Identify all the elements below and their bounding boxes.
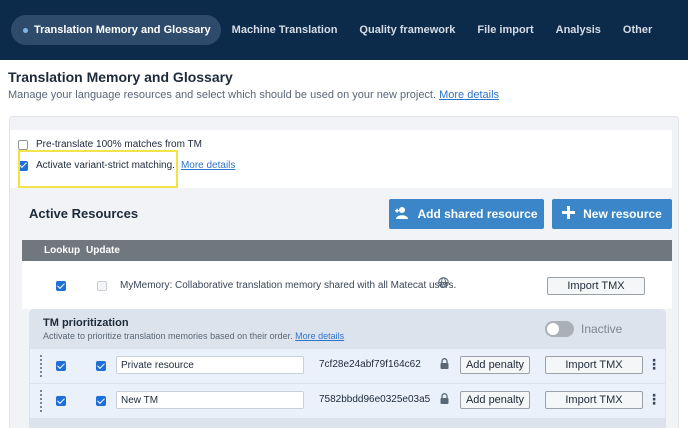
plus-icon [562,205,576,223]
import-tmx-label: Import TMX [565,394,623,406]
pretranslate-label: Pre-translate 100% matches from TM [36,139,202,150]
tab-label: File import [477,24,534,36]
add-penalty-label: Add penalty [465,394,525,406]
tm-row-new-tm: New TM 7582bbdd96e0325e03a5 Add penalty … [30,384,665,418]
tab-file-import[interactable]: File import [466,15,544,45]
tab-label: Translation Memory and Glossary [34,24,211,36]
add-penalty-label: Add penalty [465,359,525,371]
pretranslate-option[interactable]: Pre-translate 100% matches from TM [18,139,202,150]
import-tmx-label: Import TMX [565,359,623,371]
variant-more-details-link[interactable]: More details [181,160,235,171]
add-shared-label: Add shared resource [417,207,538,221]
prioritization-more-details-link[interactable]: More details [295,331,344,341]
highlight-box [18,150,178,188]
add-shared-resource-button[interactable]: Add shared resource [389,199,544,229]
lock-icon [440,358,449,372]
tm-prioritization-subtitle: Activate to prioritize translation memor… [43,331,344,341]
mymemory-import-tmx-button[interactable]: Import TMX [547,277,645,295]
tm-lookup-checkbox[interactable] [56,396,66,406]
tm-update-checkbox[interactable] [96,396,106,406]
tab-label: Quality framework [359,24,456,36]
drag-handle-icon[interactable] [40,355,42,377]
lock-icon [440,393,449,407]
tm-name-field[interactable]: Private resource [116,356,304,374]
prioritization-status: Inactive [581,322,623,336]
column-lookup: Lookup [44,245,81,256]
tab-quality-framework[interactable]: Quality framework [348,15,466,45]
add-penalty-button[interactable]: Add penalty [460,391,530,409]
tm-name-field[interactable]: New TM [116,391,304,409]
top-nav: Translation Memory and Glossary Machine … [0,0,688,60]
globe-icon [438,277,449,291]
tab-label: Analysis [555,24,601,36]
prioritization-toggle[interactable] [545,321,574,337]
column-update: Update [86,245,120,256]
tab-machine-translation[interactable]: Machine Translation [221,15,349,45]
resources-table-header: Lookup Update [22,240,672,261]
import-tmx-button[interactable]: Import TMX [545,356,643,374]
mymemory-update-checkbox[interactable] [97,281,107,291]
tm-lookup-checkbox[interactable] [56,361,66,371]
active-resources-title: Active Resources [29,206,139,221]
page-subtitle: Manage your language resources and selec… [8,89,499,101]
tab-label: Machine Translation [231,24,338,36]
active-dot-icon [23,27,28,33]
subtitle-text: Manage your language resources and selec… [8,89,437,101]
add-penalty-button[interactable]: Add penalty [460,356,530,374]
import-tmx-label: Import TMX [567,280,625,292]
tab-analysis[interactable]: Analysis [545,15,612,45]
mymemory-description: MyMemory: Collaborative translation memo… [120,280,457,291]
page-title: Translation Memory and Glossary [8,69,233,85]
mymemory-lookup-checkbox[interactable] [56,281,66,291]
drag-handle-icon[interactable] [40,390,42,412]
tab-other[interactable]: Other [612,15,663,45]
new-resource-button[interactable]: New resource [552,199,672,229]
more-vertical-icon[interactable]: ⋮ [647,392,661,406]
tm-key: 7582bbdd96e0325e03a5 [319,394,431,405]
tm-key: 7cf28e24abf79f164c62 [319,359,421,370]
tm-prioritization-title: TM prioritization [43,317,129,329]
mymemory-row: MyMemory: Collaborative translation memo… [22,261,672,309]
more-vertical-icon[interactable]: ⋮ [647,357,661,371]
add-user-icon [395,206,409,223]
tab-translation-memory[interactable]: Translation Memory and Glossary [11,15,221,45]
tm-update-checkbox[interactable] [96,361,106,371]
pretranslate-checkbox[interactable] [18,139,28,150]
tab-label: Other [622,24,653,36]
prioritization-subtitle-text: Activate to prioritize translation memor… [43,331,293,341]
import-tmx-button[interactable]: Import TMX [545,391,643,409]
new-resource-label: New resource [583,207,662,221]
more-details-link[interactable]: More details [439,89,499,101]
tm-row-private-resource: Private resource 7cf28e24abf79f164c62 Ad… [30,349,665,383]
